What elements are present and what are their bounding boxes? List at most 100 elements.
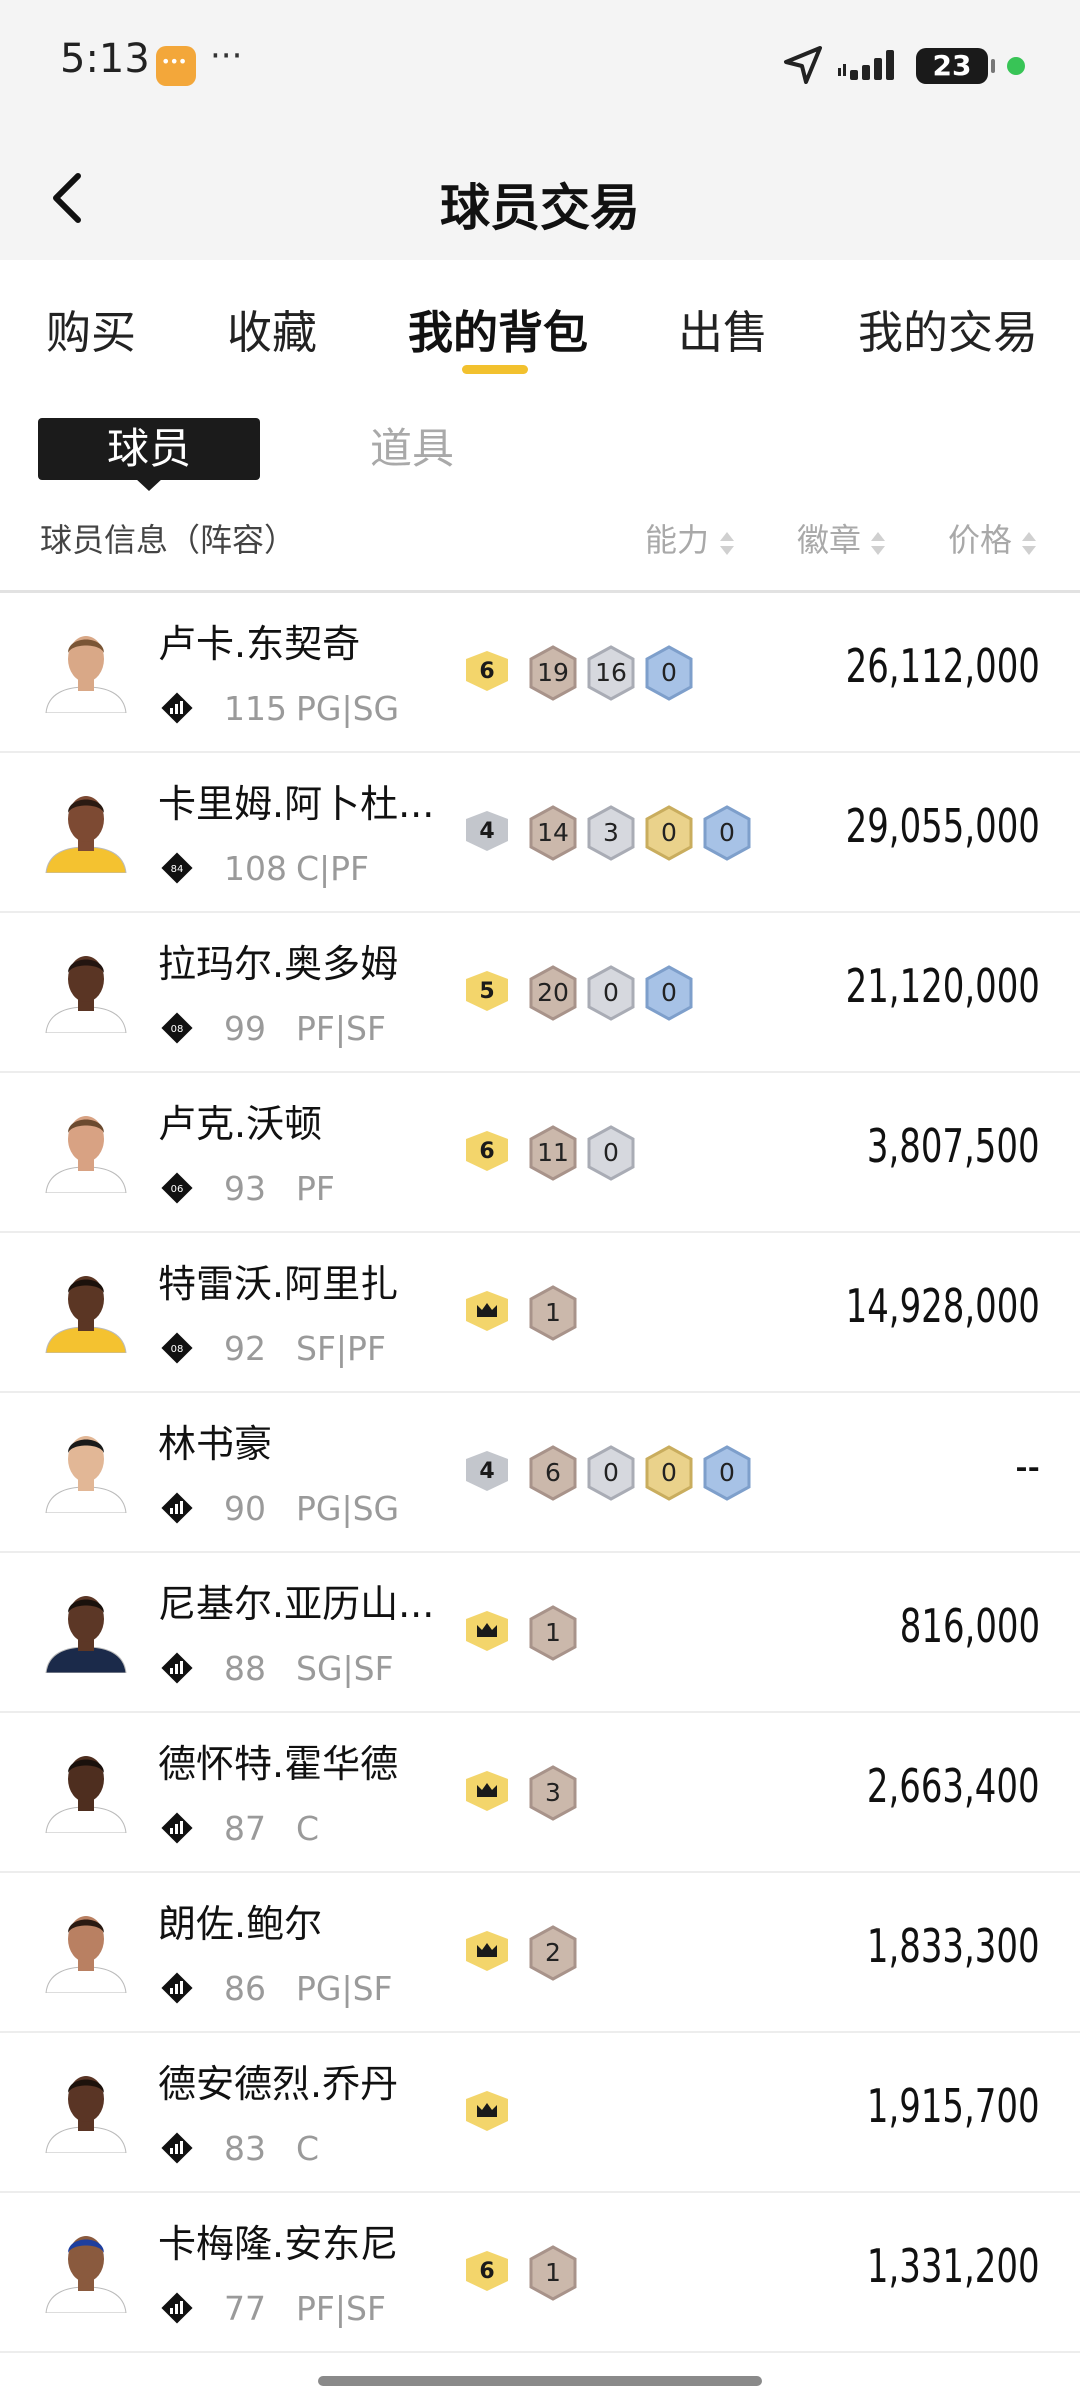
tab-my-trades[interactable]: 我的交易 bbox=[858, 296, 1038, 361]
player-rating: 83 bbox=[224, 2129, 266, 2168]
player-position: PG|SG bbox=[296, 1489, 400, 1528]
bronze-badge-count: 19 bbox=[528, 645, 578, 701]
gold-badge-count: 0 bbox=[644, 1445, 694, 1501]
price-sort-icon[interactable] bbox=[1022, 532, 1036, 558]
gold-badge-count: 0 bbox=[644, 805, 694, 861]
card-tier-icon bbox=[161, 692, 193, 724]
player-row[interactable]: 卢克.沃顿 06 93 PF 6 11 0 3,807,500 bbox=[0, 1073, 1080, 1233]
player-row[interactable]: 朗佐.鲍尔 86 PG|SF 2 1,833,300 bbox=[0, 1873, 1080, 2033]
player-position: PF|SF bbox=[296, 2289, 386, 2328]
player-avatar bbox=[45, 1116, 127, 1193]
card-tier-icon bbox=[161, 1812, 193, 1844]
svg-text:06: 06 bbox=[171, 1184, 184, 1195]
player-avatar bbox=[45, 1436, 127, 1513]
silver-badge-count: 16 bbox=[586, 645, 636, 701]
player-price: 816,000 bbox=[899, 1599, 1040, 1653]
ability-badge bbox=[466, 1291, 508, 1331]
card-tier-icon: 84 bbox=[161, 852, 193, 884]
player-row[interactable]: 卡里姆.阿卜杜... 84 108 C|PF 4 14 3 0 0 29,055,000 bbox=[0, 753, 1080, 913]
player-rating: 86 bbox=[224, 1969, 266, 2008]
player-avatar bbox=[45, 1756, 127, 1833]
player-avatar bbox=[45, 1276, 127, 1353]
silver-badge-count: 0 bbox=[586, 965, 636, 1021]
player-name: 卢克.沃顿 bbox=[158, 1102, 323, 1146]
svg-text:08: 08 bbox=[171, 1344, 184, 1355]
player-position: C bbox=[296, 1809, 320, 1848]
privacy-indicator-dot bbox=[1007, 57, 1025, 75]
badge-count-value: 1 bbox=[545, 1618, 561, 1647]
player-avatar bbox=[45, 1916, 127, 1993]
badge-sort-icon[interactable] bbox=[871, 532, 885, 558]
card-tier-icon bbox=[161, 2292, 193, 2324]
svg-text:6: 6 bbox=[479, 2259, 494, 2284]
player-row[interactable]: 德安德烈.乔丹 83 C 1,915,700 bbox=[0, 2033, 1080, 2193]
player-avatar bbox=[45, 2076, 127, 2153]
badge-count-value: 0 bbox=[661, 658, 677, 687]
ability-badge: 4 bbox=[466, 1451, 508, 1491]
ability-badge bbox=[466, 1611, 508, 1651]
player-rating: 92 bbox=[224, 1329, 266, 1368]
player-position: C|PF bbox=[296, 849, 370, 888]
svg-text:6: 6 bbox=[479, 1139, 494, 1164]
player-name: 朗佐.鲍尔 bbox=[158, 1902, 323, 1946]
player-rating: 87 bbox=[224, 1809, 266, 1848]
home-indicator[interactable] bbox=[318, 2376, 762, 2386]
badge-count-value: 20 bbox=[537, 978, 569, 1007]
column-ability[interactable]: 能力 bbox=[645, 515, 709, 561]
column-price[interactable]: 价格 bbox=[948, 515, 1012, 561]
player-row[interactable]: 德怀特.霍华德 87 C 3 2,663,400 bbox=[0, 1713, 1080, 1873]
player-name: 特雷沃.阿里扎 bbox=[158, 1262, 399, 1306]
player-rating: 115 bbox=[224, 689, 287, 728]
player-position: PF|SF bbox=[296, 1009, 386, 1048]
ability-sort-icon[interactable] bbox=[720, 532, 734, 558]
card-tier-icon: 08 bbox=[161, 1012, 193, 1044]
badge-count-value: 0 bbox=[661, 978, 677, 1007]
battery-icon: 23 bbox=[916, 48, 995, 84]
active-tab-indicator bbox=[462, 365, 528, 374]
player-avatar bbox=[45, 796, 127, 873]
battery-level: 23 bbox=[932, 49, 972, 82]
player-avatar bbox=[45, 1596, 127, 1673]
badge-count-value: 16 bbox=[595, 658, 627, 687]
ability-badge: 6 bbox=[466, 2251, 508, 2291]
card-tier-icon bbox=[161, 1652, 193, 1684]
location-arrow-icon bbox=[784, 46, 822, 84]
bronze-badge-count: 1 bbox=[528, 1285, 578, 1341]
blue-badge-count: 0 bbox=[644, 645, 694, 701]
player-row[interactable]: 卡梅隆.安东尼 77 PF|SF 6 1 1,331,200 bbox=[0, 2193, 1080, 2353]
ability-badge bbox=[466, 1931, 508, 1971]
tab-favorites[interactable]: 收藏 bbox=[227, 296, 317, 361]
player-row[interactable]: 特雷沃.阿里扎 08 92 SF|PF 1 14,928,000 bbox=[0, 1233, 1080, 1393]
segment-items[interactable]: 道具 bbox=[370, 418, 470, 480]
bronze-badge-count: 1 bbox=[528, 1605, 578, 1661]
badge-count-value: 1 bbox=[545, 1298, 561, 1327]
ability-badge: 6 bbox=[466, 1131, 508, 1171]
segment-players[interactable]: 球员 bbox=[38, 418, 260, 480]
player-name: 德安德烈.乔丹 bbox=[158, 2062, 399, 2106]
badge-count-value: 3 bbox=[545, 1778, 561, 1807]
badge-count-value: 0 bbox=[719, 818, 735, 847]
status-time: 5:13 bbox=[60, 36, 150, 82]
player-row[interactable]: 拉玛尔.奥多姆 08 99 PF|SF 5 20 0 0 21,120,000 bbox=[0, 913, 1080, 1073]
badge-count-value: 6 bbox=[545, 1458, 561, 1487]
player-row[interactable]: 林书豪 90 PG|SG 4 6 0 0 0 -- bbox=[0, 1393, 1080, 1553]
nav-bar: 球员交易 bbox=[0, 130, 1080, 260]
player-price: 2,663,400 bbox=[867, 1759, 1040, 1813]
badge-count-value: 19 bbox=[537, 658, 569, 687]
badge-count-value: 3 bbox=[603, 818, 619, 847]
player-rating: 108 bbox=[224, 849, 287, 888]
player-price: 1,915,700 bbox=[867, 2079, 1040, 2133]
column-badge[interactable]: 徽章 bbox=[797, 515, 861, 561]
tab-my-backpack[interactable]: 我的背包 bbox=[408, 296, 588, 361]
badge-count-value: 1 bbox=[545, 2258, 561, 2287]
tab-sell[interactable]: 出售 bbox=[678, 296, 768, 361]
silver-badge-count: 0 bbox=[586, 1445, 636, 1501]
status-bar: 5:13 ··· 23 bbox=[0, 0, 1080, 130]
player-row[interactable]: 卢卡.东契奇 115 PG|SG 6 19 16 0 26,112,000 bbox=[0, 593, 1080, 753]
cellular-signal-icon bbox=[838, 50, 894, 80]
player-name: 尼基尔.亚历山... bbox=[158, 1582, 435, 1626]
player-row[interactable]: 尼基尔.亚历山... 88 SG|SF 1 816,000 bbox=[0, 1553, 1080, 1713]
bronze-badge-count: 3 bbox=[528, 1765, 578, 1821]
player-price: 29,055,000 bbox=[845, 799, 1040, 853]
tab-buy[interactable]: 购买 bbox=[46, 296, 136, 361]
